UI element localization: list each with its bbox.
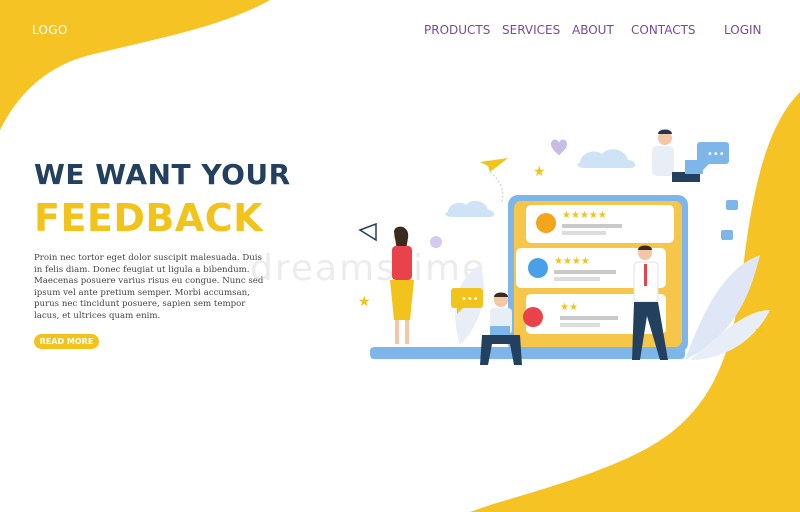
heart-icon: [551, 139, 567, 156]
hand-icon: [721, 230, 733, 240]
main-nav: PRODUCTS SERVICES ABOUT CONTACTS LOGIN: [0, 23, 800, 39]
svg-text:•••: •••: [461, 294, 479, 305]
rating-stars: ★★★★★: [562, 210, 607, 221]
feedback-illustration: ★★★★★ ★★★★ ★★ ★ ★ ★ ••• •••: [358, 129, 770, 365]
svg-text:•••: •••: [707, 149, 725, 160]
plant-right: [685, 255, 770, 360]
nav-login[interactable]: LOGIN: [724, 23, 762, 37]
read-more-button[interactable]: READ MORE: [34, 334, 99, 349]
thumbs-up-icon: [726, 200, 738, 210]
orange-circle-icon: [536, 213, 556, 233]
nav-products[interactable]: PRODUCTS: [424, 23, 490, 37]
nav-services[interactable]: SERVICES: [502, 23, 560, 37]
review-card: ★★★★★: [526, 205, 674, 243]
person-with-laptop: [652, 129, 703, 182]
hero-description: Proin nec tortor eget dolor suscipit mal…: [34, 253, 264, 321]
paper-plane-icon: [480, 158, 508, 172]
star-icon: ★: [754, 323, 767, 339]
hero-title-line1: WE WANT YOUR: [34, 158, 291, 191]
rating-stars: ★★★★: [554, 256, 590, 267]
hero-title-line2: FEEDBACK: [34, 196, 264, 240]
smile-icon: [430, 236, 442, 248]
blue-circle-icon: [528, 258, 548, 278]
cloud-icon: [445, 200, 495, 217]
rating-stars: ★★: [560, 302, 578, 313]
star-icon: ★: [358, 294, 371, 310]
star-icon: ★: [533, 164, 546, 180]
red-circle-icon: [523, 307, 543, 327]
nav-contacts[interactable]: CONTACTS: [631, 23, 696, 37]
nav-about[interactable]: ABOUT: [572, 23, 614, 37]
person-with-megaphone: [358, 222, 414, 344]
cloud-icon: [577, 149, 636, 168]
